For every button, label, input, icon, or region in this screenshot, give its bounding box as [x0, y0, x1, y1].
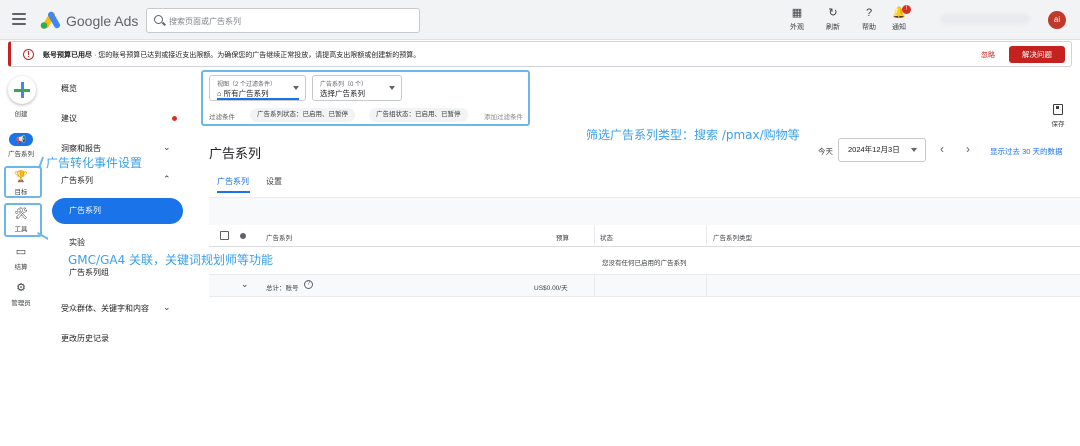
app-name: Google Ads — [66, 13, 139, 29]
empty-message: 您没有任何已启用的广告系列 — [602, 260, 687, 267]
account-info[interactable] — [940, 14, 1030, 24]
select-all-checkbox[interactable] — [220, 231, 229, 240]
date-range-label[interactable]: 显示过去 30 天的数据 — [990, 146, 1063, 157]
filter-chip-campaign-status[interactable]: 广告系列状态：已启用、已暂停 — [250, 108, 355, 122]
empty-row: 您没有任何已启用的广告系列 — [209, 247, 1080, 275]
chevron-right-icon[interactable]: › — [966, 142, 970, 156]
column-campaign[interactable]: 广告系列 — [266, 232, 292, 242]
caret-down-icon — [293, 86, 299, 90]
megaphone-icon: 📢 — [9, 133, 33, 146]
today-label: 今天 — [818, 147, 833, 156]
search-input[interactable] — [169, 13, 409, 29]
page-title: 广告系列 — [209, 146, 262, 161]
resolve-button[interactable]: 解决问题 — [1009, 46, 1065, 63]
rail-item-admin[interactable]: ⚙ 管理员 — [0, 282, 42, 307]
ignore-link[interactable]: 忽略 — [981, 50, 995, 60]
goals-annotation: 广告转化事件设置 — [46, 156, 143, 170]
recommendation-dot — [172, 116, 177, 121]
column-status[interactable]: 状态 — [600, 232, 613, 242]
tab-settings[interactable]: 设置 — [266, 176, 282, 187]
gear-icon: ⚙ — [16, 282, 26, 294]
refresh-button[interactable]: ↻ 刷新 — [818, 6, 848, 34]
goals-highlight-box — [4, 166, 42, 198]
column-divider — [706, 225, 707, 247]
save-icon — [1053, 104, 1063, 115]
nav-change-history[interactable]: 更改历史记录 — [61, 333, 109, 344]
warning-icon: ! — [23, 49, 34, 60]
add-filter-button[interactable]: 添加过滤条件 — [484, 111, 523, 121]
top-bar: Google Ads ▦ 外观 ↻ 刷新 ? 帮助 🔔 ! 通知 ai — [0, 0, 1080, 40]
chevron-down-icon[interactable]: ⌄ — [163, 142, 171, 153]
rail-create-label: 创建 — [14, 111, 28, 118]
nav-campaign-groups[interactable]: 广告系列组 — [69, 267, 109, 278]
nav-recommendations[interactable]: 建议 — [61, 113, 77, 124]
rail-item-campaigns[interactable]: 📢 广告系列 — [0, 133, 42, 158]
notifications-button[interactable]: 🔔 ! 通知 — [884, 5, 914, 34]
search-box[interactable] — [146, 8, 420, 33]
save-button[interactable]: 保存 — [1046, 104, 1070, 128]
column-divider — [594, 225, 595, 247]
total-label: 总计：账号 — [266, 285, 299, 292]
create-button[interactable] — [8, 76, 36, 104]
help-icon: ? — [865, 7, 873, 19]
total-budget: US$0.00/天 — [534, 285, 568, 292]
total-row: ⌄ 总计：账号 ? US$0.00/天 — [209, 275, 1080, 297]
nav-insights[interactable]: 洞察和报告 — [61, 143, 101, 154]
chevron-up-icon[interactable]: ⌃ — [163, 174, 171, 185]
notification-badge: ! — [902, 5, 911, 14]
nav-audiences[interactable]: 受众群体、关键字和内容 — [61, 303, 149, 314]
menu-icon[interactable] — [12, 13, 26, 25]
appearance-button[interactable]: ▦ 外观 — [782, 6, 812, 34]
column-divider — [706, 275, 707, 297]
card-icon: ▭ — [15, 246, 27, 258]
alert-message: 账号预算已用尽 · 您的账号预算已达到或接近支出限额。为确保您的广告继续正常投放… — [43, 52, 421, 59]
rail-create-label-wrap: 创建 — [0, 106, 42, 118]
column-campaign-type[interactable]: 广告系列类型 — [713, 232, 752, 242]
chevron-down-icon[interactable]: ⌄ — [163, 302, 171, 313]
nav-campaigns-group[interactable]: 广告系列 — [61, 175, 93, 186]
campaign-selector[interactable]: 广告系列（0 个） 选择广告系列 — [312, 75, 402, 101]
google-ads-logo-icon — [40, 11, 60, 29]
chevron-left-icon[interactable]: ‹ — [940, 142, 944, 156]
appearance-icon: ▦ — [791, 7, 803, 19]
filter-chip-adgroup-status[interactable]: 广告组状态：已启用、已暂停 — [369, 108, 468, 122]
filter-annotation: 筛选广告系列类型：搜索 /pmax/购物等 — [586, 128, 800, 142]
search-icon — [154, 15, 163, 24]
nav-overview[interactable]: 概览 — [61, 83, 77, 94]
nav-campaigns-active[interactable]: 广告系列 — [52, 198, 183, 224]
tab-campaigns[interactable]: 广告系列 — [217, 176, 249, 187]
caret-down-icon — [389, 86, 395, 90]
help-icon[interactable]: ? — [304, 280, 313, 289]
table-header: 广告系列 预算 状态 广告系列类型 — [209, 225, 1080, 247]
column-divider — [594, 275, 595, 297]
tools-highlight-box — [4, 203, 42, 237]
tab-indicator — [217, 191, 250, 193]
view-underline — [217, 98, 299, 100]
rail-item-billing[interactable]: ▭ 结算 — [0, 246, 42, 271]
chevron-down-icon[interactable]: ⌄ — [241, 279, 249, 290]
home-icon: ⌂ — [217, 89, 224, 98]
status-dot-icon — [240, 233, 246, 239]
date-selector[interactable]: 2024年12月3日 — [838, 138, 926, 162]
refresh-icon: ↻ — [828, 7, 838, 19]
column-budget[interactable]: 预算 — [556, 232, 569, 242]
help-button[interactable]: ? 帮助 — [854, 6, 884, 34]
nav-experiments[interactable]: 实验 — [69, 237, 85, 248]
view-selector[interactable]: 视图（2 个过滤条件） ⌂ 所有广告系列 — [209, 75, 306, 101]
budget-alert: ! 账号预算已用尽 · 您的账号预算已达到或接近支出限额。为确保您的广告继续正常… — [8, 41, 1072, 67]
table-toolbar — [209, 197, 1080, 225]
filter-label: 过滤条件 — [209, 114, 235, 121]
avatar[interactable]: ai — [1048, 11, 1066, 29]
